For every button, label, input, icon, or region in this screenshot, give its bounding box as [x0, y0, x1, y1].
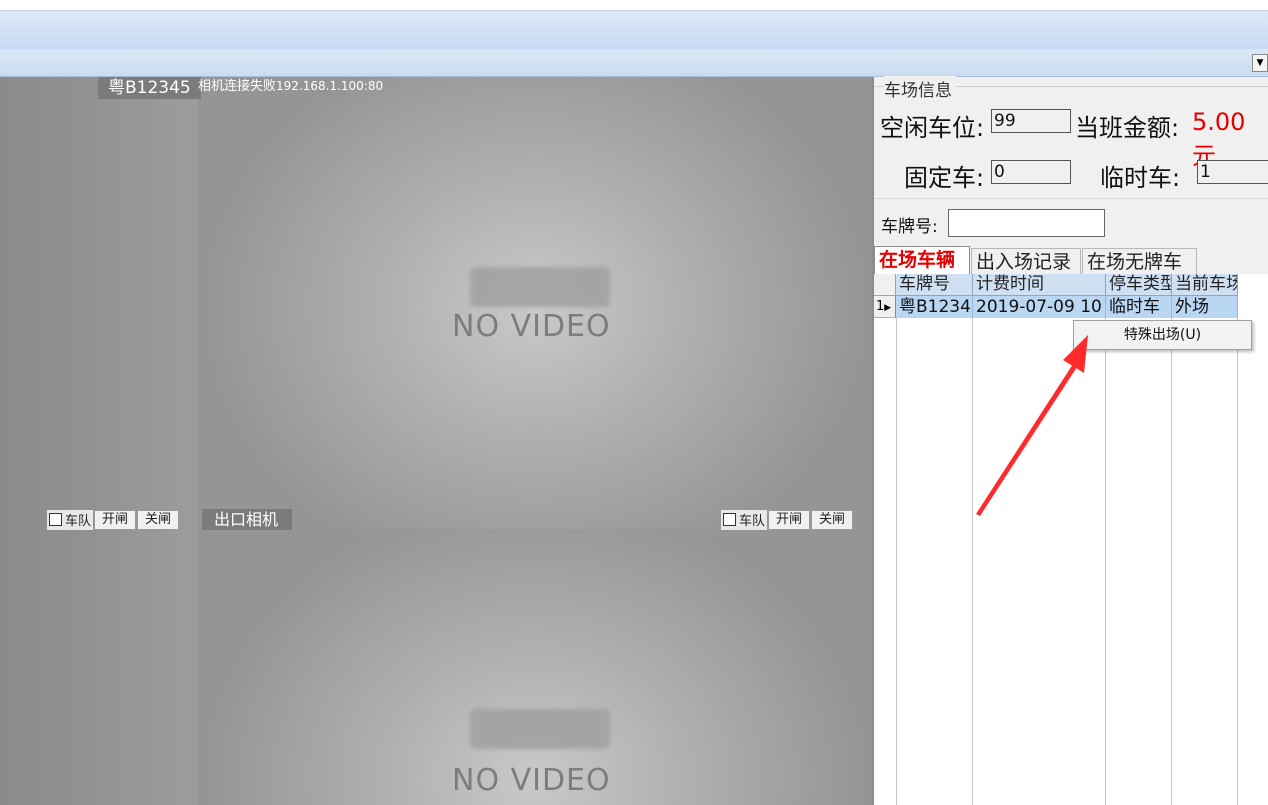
tab-entry-exit-records[interactable]: 出入场记录 — [971, 248, 1081, 274]
column-header[interactable]: 当前车场 — [1172, 274, 1238, 296]
fixed-car-label: 固定车: — [904, 164, 985, 192]
plate-search-label: 车牌号: — [881, 217, 938, 237]
fleet-label: 车队 — [65, 514, 92, 529]
context-menu-special-exit[interactable]: 特殊出场(U) — [1073, 320, 1252, 350]
no-video-text: NO VIDEO — [452, 309, 611, 344]
toolbar: ▼ — [0, 49, 1268, 77]
fleet-label: 车队 — [739, 514, 766, 529]
open-gate-button[interactable]: 开闸 — [768, 509, 811, 530]
camera-ip: 192.168.1.100:80 — [276, 79, 384, 93]
fleet-checkbox[interactable]: 车队 — [47, 509, 94, 530]
grid-line — [1171, 318, 1172, 805]
close-gate-button[interactable]: 关闸 — [137, 509, 180, 530]
column-header[interactable]: 计费时间 — [973, 274, 1106, 296]
exit-controls: 车队 开闸 关闸 — [721, 509, 854, 530]
temp-car-field[interactable]: 1 — [1197, 160, 1268, 184]
column-header[interactable]: 车牌号 — [896, 274, 973, 296]
entrance-controls: 车队 开闸 关闸 — [47, 509, 180, 530]
vehicle-grid: 车牌号 计费时间 停车类型 当前车场 1▶ 粤B12345 2019-07-09… — [874, 274, 1268, 805]
entrance-camera-view: NO VIDEO 粤B12345 相机连接失败192.168.1.100:80 — [0, 77, 872, 529]
grid-line — [972, 318, 973, 805]
plate-label: 粤B12345 — [98, 77, 201, 99]
row-indicator[interactable]: 1▶ — [874, 296, 896, 318]
title-strip — [0, 0, 1268, 11]
tab-unplated-vehicles[interactable]: 在场无牌车 — [1082, 248, 1197, 274]
search-area: 车牌号: — [874, 198, 1268, 247]
chevron-down-icon: ▼ — [1256, 58, 1264, 68]
right-panel: 车场信息 空闲车位: 99 当班金额: 5.00元 固定车: 0 临时车: 1 … — [872, 76, 1268, 805]
grid-line — [896, 318, 897, 805]
camera-status-text: 相机连接失败 — [198, 79, 277, 94]
camera-side-panel — [0, 529, 199, 805]
close-gate-button[interactable]: 关闸 — [811, 509, 854, 530]
plate-search-input[interactable] — [948, 209, 1105, 237]
camera-status: 相机连接失败192.168.1.100:80 — [198, 77, 383, 96]
fleet-checkbox[interactable]: 车队 — [721, 509, 768, 530]
checkbox-box[interactable] — [723, 513, 736, 526]
video-area: NO VIDEO 粤B12345 相机连接失败192.168.1.100:80 … — [0, 77, 872, 805]
no-video-text: NO VIDEO — [452, 763, 611, 798]
temp-car-label: 临时车: — [1100, 164, 1181, 192]
table-cell[interactable]: 2019-07-09 10 — [973, 296, 1106, 318]
column-header[interactable]: 停车类型 — [1106, 274, 1172, 296]
grid-line — [1237, 318, 1238, 805]
row-pointer-icon: ▶ — [884, 303, 892, 313]
parking-info-group: 车场信息 空闲车位: 99 当班金额: 5.00元 固定车: 0 临时车: 1 — [874, 76, 1268, 198]
row-header-corner — [874, 274, 896, 296]
open-gate-button[interactable]: 开闸 — [94, 509, 137, 530]
free-spaces-field[interactable]: 99 — [991, 109, 1071, 133]
grid-line — [1105, 318, 1106, 805]
toolbar-dropdown-button[interactable]: ▼ — [1252, 54, 1268, 72]
table-cell[interactable]: 外场 — [1172, 296, 1238, 318]
camera-logo-blur — [470, 709, 610, 749]
table-cell[interactable]: 粤B12345 — [896, 296, 973, 318]
checkbox-box[interactable] — [49, 513, 62, 526]
shift-amount-label: 当班金额: — [1075, 114, 1180, 142]
fixed-car-field[interactable]: 0 — [991, 160, 1071, 184]
table-cell[interactable]: 临时车 — [1106, 296, 1172, 318]
camera-side-panel — [0, 77, 199, 529]
exit-camera-view: NO VIDEO — [0, 529, 872, 805]
tab-present-vehicles[interactable]: 在场车辆 — [874, 246, 970, 275]
exit-camera-label: 出口相机 — [202, 509, 293, 530]
free-spaces-label: 空闲车位: — [880, 114, 985, 142]
group-title: 车场信息 — [884, 76, 956, 101]
ribbon-bar — [0, 11, 1268, 49]
camera-logo-blur — [470, 267, 610, 307]
tab-bar: 在场车辆 出入场记录 在场无牌车 — [874, 246, 1268, 275]
